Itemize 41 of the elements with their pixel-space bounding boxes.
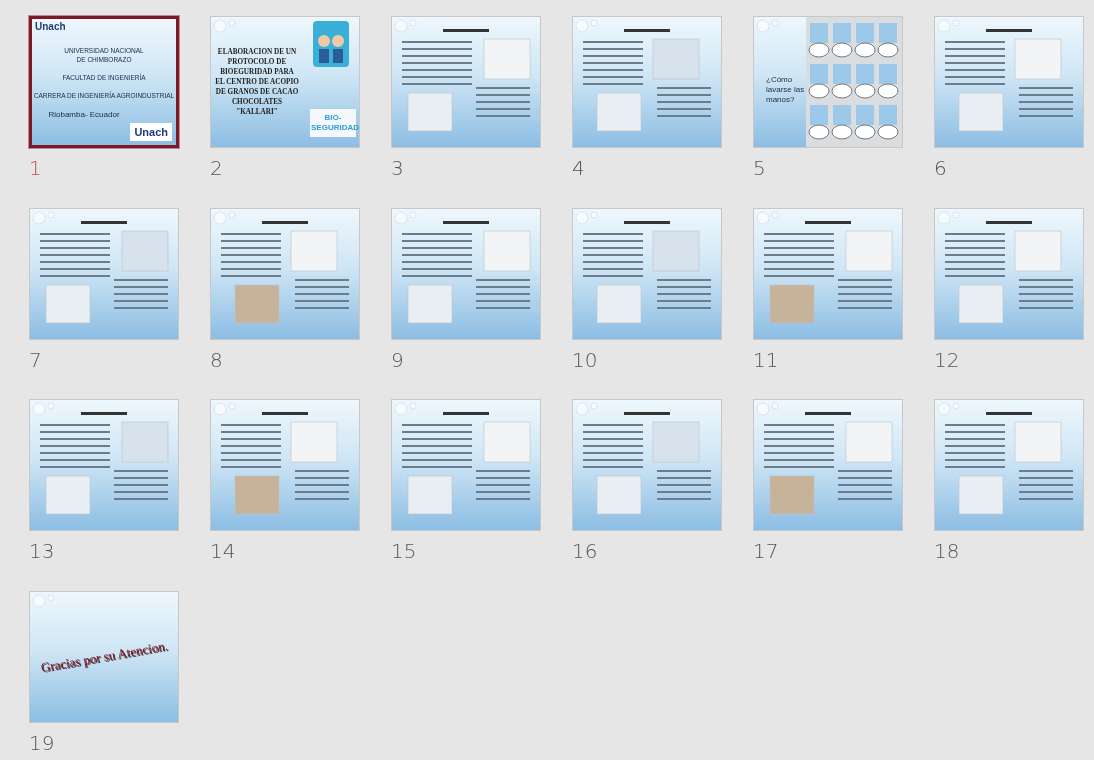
slide-number: 10 xyxy=(572,347,598,372)
slide-number: 18 xyxy=(934,539,960,563)
slide-thumbnail[interactable] xyxy=(391,399,541,531)
logo-text: Unach xyxy=(130,123,172,141)
slide-thumbnail[interactable] xyxy=(29,399,179,531)
logo-text: Unach xyxy=(35,21,66,32)
slide-title: ¿Cómo lavarse las manos? xyxy=(766,75,806,105)
slide-thumbnail[interactable] xyxy=(934,207,1084,340)
slide-thumbnail[interactable] xyxy=(572,399,722,531)
slide-thumbnail[interactable]: ¿Cómo lavarse las manos? xyxy=(753,16,903,148)
slide-text: Riobamba- Ecuador xyxy=(48,109,120,119)
slide-number: 16 xyxy=(572,539,598,563)
slide-number: 2 xyxy=(210,156,223,180)
slide-number: 1 xyxy=(29,156,42,180)
slide-number: 4 xyxy=(572,156,585,180)
slide-number: 15 xyxy=(391,539,417,563)
slide-number: 5 xyxy=(753,156,766,180)
slide-thumbnail[interactable] xyxy=(934,16,1084,148)
slide-number: 11 xyxy=(753,347,779,372)
slide-thumbnail[interactable] xyxy=(934,399,1084,531)
slide-number: 7 xyxy=(29,347,42,372)
slide-thumbnail[interactable] xyxy=(572,207,722,340)
slide-thumbnail[interactable] xyxy=(29,207,179,340)
slide-number: 3 xyxy=(391,156,404,180)
slide-thumbnail[interactable] xyxy=(391,207,541,340)
slide-thumbnail[interactable] xyxy=(753,399,903,531)
slide-number: 9 xyxy=(391,347,404,372)
slide-number: 12 xyxy=(934,347,960,372)
slide-thumbnail[interactable] xyxy=(572,16,722,148)
slide-number: 13 xyxy=(29,539,55,563)
slide-title: Gracias por su Atencion. xyxy=(39,637,169,676)
slide-thumbnail[interactable]: Gracias por su Atencion. xyxy=(29,590,179,723)
slide-number: 8 xyxy=(210,347,223,372)
slide-thumbnail[interactable] xyxy=(753,207,903,340)
slide-number: 17 xyxy=(753,539,779,563)
slide-thumbnail[interactable] xyxy=(210,207,360,340)
slide-number: 6 xyxy=(934,156,947,180)
slide-number: 19 xyxy=(29,730,55,755)
slide-thumbnail[interactable] xyxy=(391,16,541,148)
slide-thumbnail[interactable] xyxy=(210,399,360,531)
slide-number: 14 xyxy=(210,539,236,563)
